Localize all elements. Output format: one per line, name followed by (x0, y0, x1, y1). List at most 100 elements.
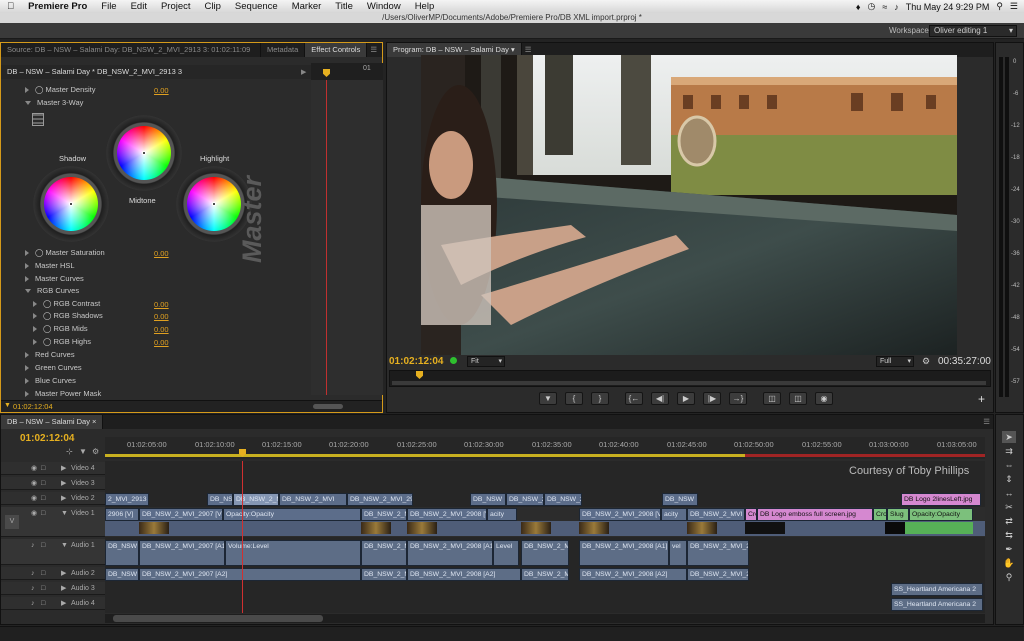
work-area-bar[interactable] (105, 454, 745, 457)
timeline-clip[interactable]: DB_NSW_2_M (361, 508, 407, 521)
timeline-clip[interactable]: DB Logo emboss full screen.jpg (757, 508, 873, 521)
menu-edit[interactable]: Edit (124, 1, 154, 12)
rgb-contrast-value[interactable]: 0.00 (154, 300, 169, 309)
tab-metadata[interactable]: Metadata (261, 43, 306, 57)
param-green-curves[interactable]: Green Curves (25, 361, 82, 374)
mark-out-button[interactable]: } (591, 392, 609, 405)
wifi-icon[interactable]: ≈ (882, 2, 887, 12)
param-red-curves[interactable]: Red Curves (25, 348, 75, 361)
lift-button[interactable]: ◫ (763, 392, 781, 405)
expand-triangle-icon[interactable]: ▶ (61, 477, 66, 490)
eye-icon[interactable]: ◉ (31, 507, 37, 520)
menu-marker[interactable]: Marker (285, 1, 329, 12)
timeline-clip[interactable]: Volume:Level (225, 540, 361, 566)
lock-icon[interactable]: □ (41, 507, 45, 520)
timeline-clip[interactable]: DB_NSW_2_MVI_2907 [A1] (139, 540, 225, 566)
menu-clip[interactable]: Clip (198, 1, 228, 12)
calculator-icon[interactable] (32, 113, 44, 126)
rgb-mids-value[interactable]: 0.00 (154, 325, 169, 334)
rgb-highs-value[interactable]: 0.00 (154, 338, 169, 347)
wrench-icon[interactable]: ⚙ (92, 447, 99, 456)
go-to-out-button[interactable]: →} (729, 392, 747, 405)
rolling-edit-tool-icon[interactable]: ⇕ (1002, 473, 1016, 485)
stopwatch-icon[interactable]: ◯ (35, 85, 43, 94)
program-scrub-bar[interactable] (389, 370, 991, 387)
stopwatch-icon[interactable]: ◯ (43, 299, 51, 308)
program-timecode[interactable]: 01:02:12:04 (389, 356, 443, 367)
scrollbar-thumb[interactable] (113, 615, 323, 622)
play-button[interactable]: ▶ (677, 392, 695, 405)
playhead-marker-icon[interactable] (416, 371, 423, 379)
timeline-clip[interactable]: vel (669, 540, 687, 566)
param-rgb-curves[interactable]: RGB Curves (25, 284, 79, 297)
timeline-clip[interactable]: acity (487, 508, 517, 521)
speaker-icon[interactable]: ♪ (31, 567, 35, 580)
wrench-icon[interactable]: ⚙ (922, 356, 930, 367)
param-rgb-shadows[interactable]: ◯ RGB Shadows (33, 309, 103, 322)
apple-icon[interactable]:  (0, 1, 21, 12)
speaker-icon[interactable]: ♪ (31, 582, 35, 595)
menu-help[interactable]: Help (408, 1, 442, 12)
lock-icon[interactable]: □ (41, 492, 45, 505)
selection-tool-icon[interactable]: ➤ (1002, 431, 1016, 443)
speaker-icon[interactable]: ♪ (31, 539, 35, 552)
hand-tool-icon[interactable]: ✋ (1002, 557, 1016, 569)
pen-tool-icon[interactable]: ✒ (1002, 543, 1016, 555)
rate-stretch-tool-icon[interactable]: ↔ (1002, 487, 1016, 499)
volume-icon[interactable]: ♪ (894, 2, 899, 12)
timeline-clip[interactable]: DB_NSW_2_MVI_2908 [A1] (579, 540, 669, 566)
timeline-clip[interactable]: DB_NSW_2_M (521, 540, 569, 566)
play-triangle-icon[interactable]: ▶ (301, 68, 306, 76)
panel-menu-icon[interactable]: ☰ (367, 43, 380, 57)
master-density-value[interactable]: 0.00 (154, 86, 169, 95)
tab-source[interactable]: Source: DB – NSW – Salami Day: DB_NSW_2_… (1, 43, 261, 57)
timeline-horizontal-scrollbar[interactable] (105, 614, 985, 623)
timeline-clip[interactable]: DB_NS (207, 493, 233, 506)
lock-icon[interactable]: □ (41, 597, 45, 610)
param-blue-curves[interactable]: Blue Curves (25, 374, 76, 387)
rgb-shadows-value[interactable]: 0.00 (154, 312, 169, 321)
speaker-icon[interactable]: ♪ (31, 597, 35, 610)
dropbox-icon[interactable]: ♦ (856, 2, 861, 12)
timeline-clip[interactable]: Level (493, 540, 519, 566)
lock-icon[interactable]: □ (41, 582, 45, 595)
menu-file[interactable]: File (94, 1, 123, 12)
timeline-clip[interactable]: DB_NSW_2_MVI_2908 [A2] (579, 568, 687, 581)
playback-resolution-select[interactable]: Full ▾ (876, 356, 914, 367)
timeline-clip[interactable]: DB_NSW_2_MVI_2908 [A1] (407, 540, 493, 566)
playhead-marker-icon[interactable] (323, 69, 330, 77)
slide-tool-icon[interactable]: ⇆ (1002, 529, 1016, 541)
tab-effect-controls[interactable]: Effect Controls (305, 43, 368, 57)
snap-icon[interactable]: ⊹ (66, 447, 73, 456)
timeline-clip[interactable]: DB_NSW_2 (544, 493, 582, 506)
menu-project[interactable]: Project (154, 1, 198, 12)
timeline-clip[interactable]: DB_NSW_2_MVI_2908 [V] (579, 508, 661, 521)
zoom-fit-select[interactable]: Fit ▾ (467, 356, 505, 367)
stopwatch-icon[interactable]: ◯ (43, 324, 51, 333)
timeline-clip[interactable]: DB_NSW_2_MVI_2908 [V] (407, 508, 487, 521)
lock-icon[interactable]: □ (41, 539, 45, 552)
timeline-clip[interactable]: DB_NSW_2_M (361, 568, 407, 581)
timeline-timecode[interactable]: 01:02:12:04 (20, 433, 74, 444)
lock-icon[interactable]: □ (41, 567, 45, 580)
timeline-clip[interactable]: DB_NSW (105, 540, 139, 566)
lock-icon[interactable]: □ (41, 462, 45, 475)
param-rgb-mids[interactable]: ◯ RGB Mids (33, 322, 88, 335)
lock-icon[interactable]: □ (41, 477, 45, 490)
timeline-clip[interactable]: acity (661, 508, 687, 521)
timeline-clip[interactable]: DB_NSW (662, 493, 698, 506)
ripple-edit-tool-icon[interactable]: ⇔ (1002, 459, 1016, 471)
param-rgb-highs[interactable]: ◯ RGB Highs (33, 335, 91, 348)
go-to-in-button[interactable]: {← (625, 392, 643, 405)
expand-triangle-icon[interactable]: ▶ (61, 582, 66, 595)
stopwatch-icon[interactable]: ◯ (43, 337, 51, 346)
master-saturation-value[interactable]: 0.00 (154, 249, 169, 258)
add-marker-icon[interactable]: ▼ (79, 447, 87, 456)
timeline-clip[interactable]: DB_NSW_2_M (233, 493, 279, 506)
timeline-clip[interactable]: Slug (887, 508, 909, 521)
razor-tool-icon[interactable]: ✂ (1002, 501, 1016, 513)
scrub-zoom-bar[interactable] (392, 381, 986, 385)
timeline-clip[interactable]: DB Logo 2linesLeft.jpg (901, 493, 981, 506)
menu-app-name[interactable]: Premiere Pro (21, 1, 94, 12)
menu-sequence[interactable]: Sequence (228, 1, 285, 12)
